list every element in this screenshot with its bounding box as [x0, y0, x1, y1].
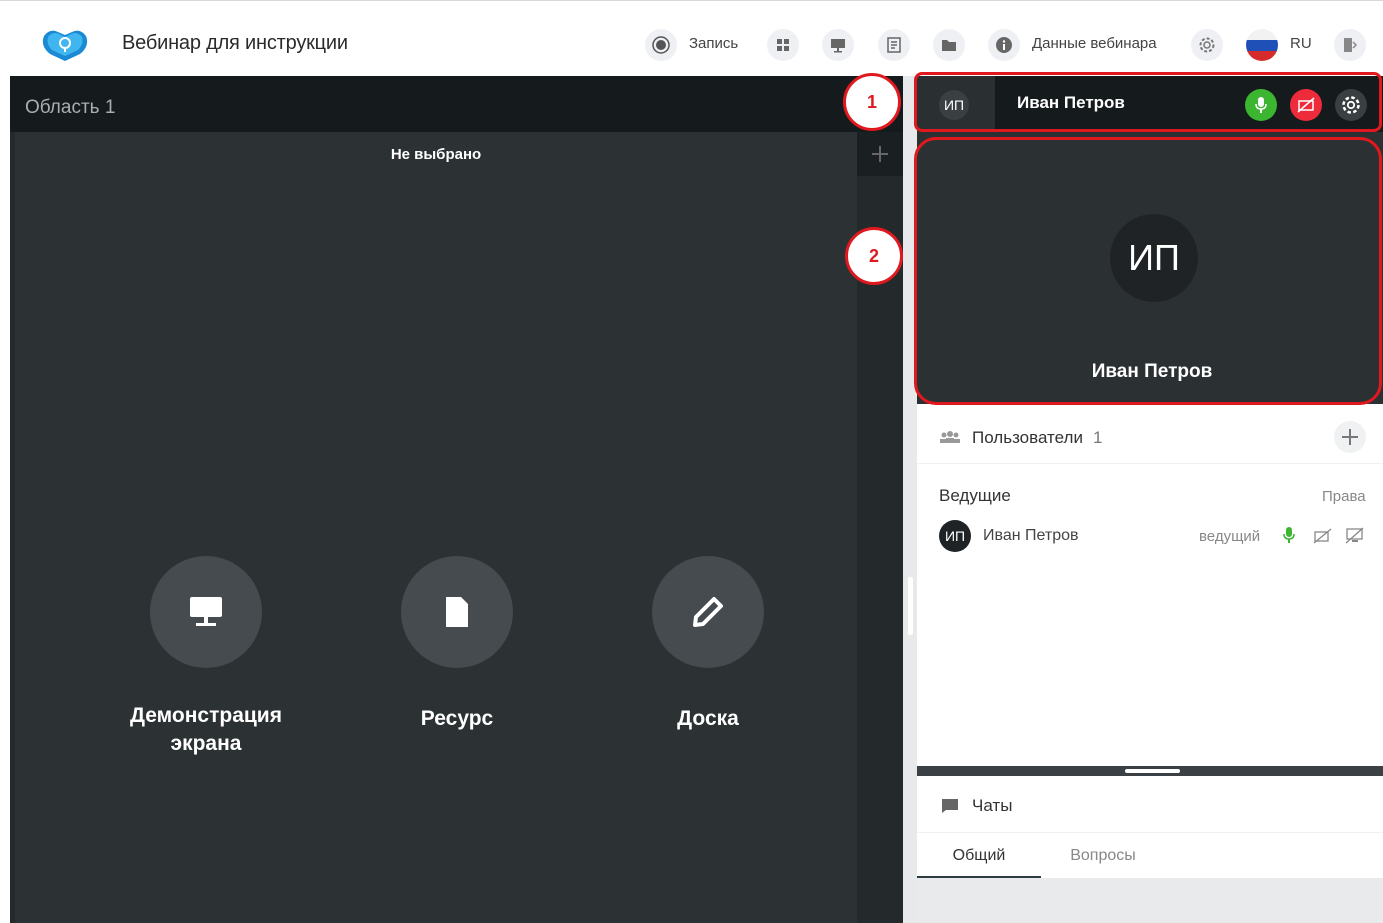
- plus-icon: [872, 146, 888, 162]
- area-panel: Область 1 Не выбрано Демонстрация экрана: [10, 76, 903, 923]
- screen-share-action[interactable]: Демонстрация экрана: [106, 556, 306, 758]
- tab-general[interactable]: Общий: [917, 833, 1041, 878]
- chats-title: Чаты: [972, 796, 1013, 815]
- resource-button[interactable]: [401, 556, 513, 668]
- users-header: Пользователи 1: [917, 410, 1383, 464]
- right-panel: ИП Иван Петров ИП Иван Петров Пользовате…: [917, 76, 1383, 923]
- microphone-button[interactable]: [1245, 89, 1277, 121]
- resource-label: Ресурс: [420, 707, 494, 730]
- record-icon: [652, 36, 670, 54]
- video-user-name: Иван Петров: [1091, 361, 1213, 382]
- board-label: Доска: [677, 707, 739, 730]
- layout-button[interactable]: [767, 29, 799, 61]
- top-bar: Вебинар для инструкции Запись Данные веб…: [0, 0, 1383, 76]
- rights-label: Права: [1322, 488, 1366, 505]
- add-area-button[interactable]: [857, 132, 903, 176]
- monitor-icon: [190, 597, 222, 626]
- panel-divider[interactable]: [903, 76, 917, 923]
- gear-icon: [1342, 96, 1360, 114]
- not-selected-label: Не выбрано: [390, 146, 482, 163]
- exit-button[interactable]: [1334, 29, 1366, 61]
- file-icon: [446, 597, 468, 627]
- logo-icon: [42, 30, 88, 61]
- camera-button[interactable]: [1290, 89, 1322, 121]
- monitor-icon: [831, 39, 845, 53]
- users-count: 1: [1093, 428, 1103, 447]
- tab-questions[interactable]: Вопросы: [1041, 833, 1165, 878]
- hosts-section-title: Ведущие: [939, 486, 1011, 505]
- current-user-bar: ИП Иван Петров: [917, 76, 1383, 132]
- chat-body: [917, 878, 1383, 923]
- pencil-icon: [693, 597, 723, 627]
- user-row-role[interactable]: ведущий: [1199, 528, 1260, 545]
- content-panel: Не выбрано Демонстрация экрана Ресурс До…: [15, 132, 857, 923]
- folder-icon: [942, 40, 956, 51]
- current-user-name: Иван Петров: [1017, 93, 1125, 112]
- settings-button[interactable]: [1191, 29, 1223, 61]
- board-action[interactable]: Доска: [608, 556, 808, 733]
- exit-icon: [1344, 38, 1358, 52]
- video-avatar: ИП: [1110, 214, 1198, 302]
- board-button[interactable]: [652, 556, 764, 668]
- screen-share-label-2: экрана: [170, 732, 242, 755]
- info-icon: [996, 37, 1012, 53]
- flag-ru-icon[interactable]: [1246, 29, 1278, 61]
- presentation-button[interactable]: [822, 29, 854, 61]
- webinar-title: Вебинар для инструкции: [122, 32, 348, 54]
- divider-handle[interactable]: [908, 577, 913, 635]
- files-button[interactable]: [933, 29, 965, 61]
- area-title: Область 1: [25, 97, 116, 118]
- microphone-icon: [1255, 97, 1267, 113]
- screen-share-off-icon[interactable]: [1345, 527, 1365, 544]
- gear-icon: [1199, 37, 1215, 53]
- users-icon: [940, 431, 960, 443]
- notes-button[interactable]: [878, 29, 910, 61]
- chat-resize-handle[interactable]: [1125, 769, 1180, 773]
- webinar-data-label[interactable]: Данные вебинара: [1032, 35, 1157, 52]
- chat-icon: [942, 799, 958, 813]
- camera-off-icon: [1297, 97, 1315, 113]
- avatar[interactable]: ИП: [939, 520, 971, 552]
- area-header: Область 1: [10, 76, 903, 132]
- info-button[interactable]: [988, 29, 1020, 61]
- avatar[interactable]: ИП: [939, 90, 969, 120]
- resource-action[interactable]: Ресурс: [357, 556, 557, 733]
- document-icon: [887, 37, 901, 53]
- annotation-marker-2: 2: [845, 227, 903, 285]
- record-label[interactable]: Запись: [689, 35, 738, 52]
- annotation-marker-1: 1: [843, 73, 901, 131]
- camera-off-icon[interactable]: [1313, 528, 1333, 544]
- microphone-icon[interactable]: [1283, 526, 1295, 544]
- language-label[interactable]: RU: [1290, 35, 1312, 52]
- plus-icon: [1342, 429, 1358, 445]
- screen-share-label-1: Демонстрация: [130, 704, 282, 727]
- video-tile: ИП Иван Петров: [917, 132, 1383, 404]
- record-button[interactable]: [645, 29, 677, 61]
- users-title: Пользователи: [972, 428, 1083, 447]
- webinar-page: Вебинар для инструкции Запись Данные веб…: [0, 0, 1383, 923]
- user-row-name[interactable]: Иван Петров: [983, 527, 1079, 545]
- user-settings-button[interactable]: [1335, 89, 1367, 121]
- chats-header: Чаты: [917, 776, 1383, 833]
- screen-share-button[interactable]: [150, 556, 262, 668]
- grid-icon: [777, 39, 789, 51]
- add-user-button[interactable]: [1334, 421, 1366, 453]
